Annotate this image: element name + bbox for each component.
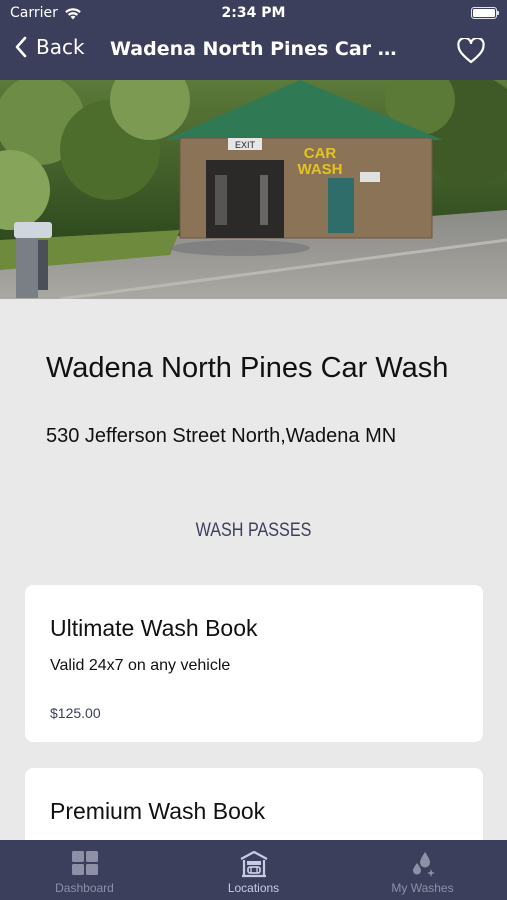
wash-sign-text: WASH xyxy=(298,161,343,178)
favorite-heart-icon[interactable] xyxy=(457,38,485,64)
grid-icon xyxy=(71,851,98,875)
tab-label: My Washes xyxy=(391,881,454,895)
tab-bar: Dashboard Locations My Washes xyxy=(0,840,507,900)
status-time: 2:34 PM xyxy=(221,5,286,21)
back-button[interactable]: Back xyxy=(14,35,85,59)
pass-title: Premium Wash Book xyxy=(50,798,266,824)
top-bar: Carrier 2:34 PM Back Wadena North Pines … xyxy=(0,0,507,80)
tab-label: Locations xyxy=(227,881,280,895)
battery-level xyxy=(473,9,495,17)
nav-title: Wadena North Pines Car Wa... xyxy=(110,38,410,60)
pass-description: Valid 24x7 on any vehicle xyxy=(50,657,231,674)
water-drops-icon xyxy=(412,852,435,877)
exit-sign-text: EXIT xyxy=(235,140,256,150)
pass-card[interactable]: Ultimate Wash Book Valid 24x7 on any veh… xyxy=(25,585,483,742)
chevron-left-icon xyxy=(15,36,27,58)
tab-label: Dashboard xyxy=(55,881,114,895)
location-name: Wadena North Pines Car Wash xyxy=(46,352,449,384)
location-address: 530 Jefferson Street North,Wadena MN xyxy=(46,425,397,447)
section-title: WASH PASSES xyxy=(195,520,312,541)
tab-locations[interactable]: Locations xyxy=(169,840,338,900)
car-wash-building-icon xyxy=(239,850,268,878)
car-sign-text: CAR xyxy=(304,145,337,162)
battery-icon xyxy=(471,7,499,19)
pass-price: $125.00 xyxy=(50,705,101,721)
tab-my-washes[interactable]: My Washes xyxy=(338,840,507,900)
car-wash-photo-illustration: EXIT CAR WASH xyxy=(0,80,507,299)
back-label: Back xyxy=(36,35,85,59)
location-photo: EXIT CAR WASH xyxy=(0,80,507,299)
pass-title: Ultimate Wash Book xyxy=(50,615,258,641)
tab-dashboard[interactable]: Dashboard xyxy=(0,840,169,900)
